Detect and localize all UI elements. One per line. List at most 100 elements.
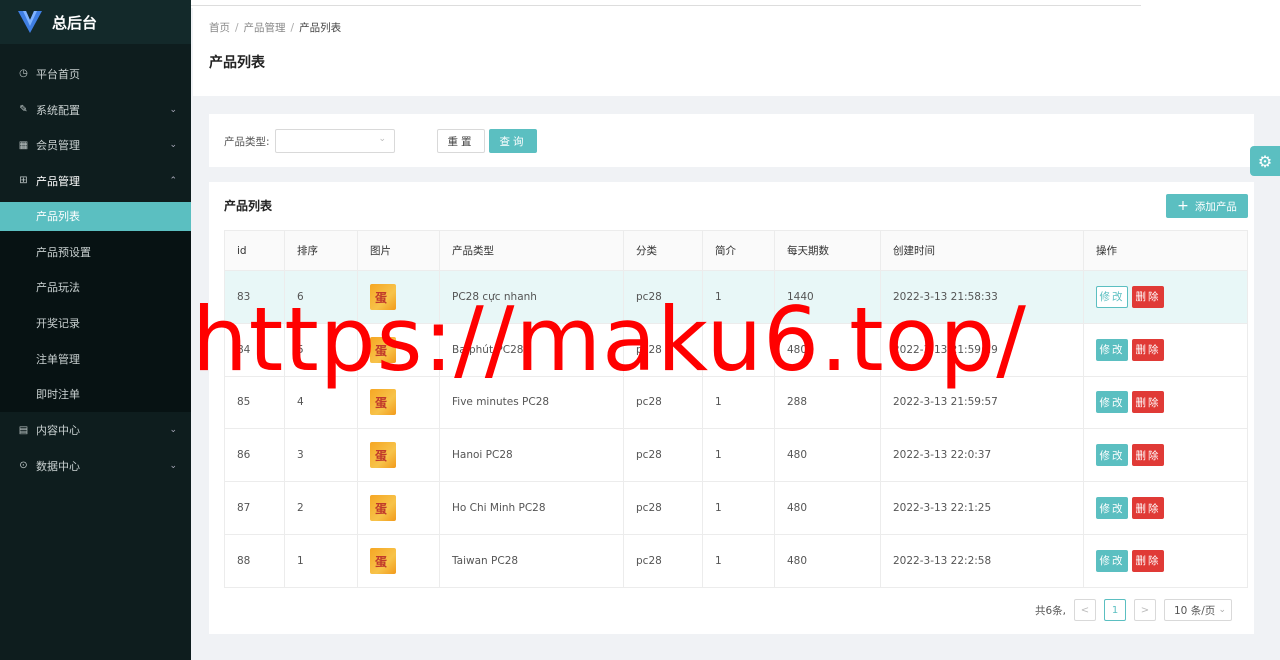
- sidebar-item-label: 产品管理: [36, 174, 80, 188]
- prev-page-button[interactable]: <: [1074, 599, 1096, 621]
- edit-button[interactable]: 修改: [1096, 391, 1128, 414]
- top-tab-strip: [191, 0, 1280, 8]
- next-page-button[interactable]: >: [1134, 599, 1156, 621]
- dashboard-icon: ◷: [19, 68, 28, 80]
- sidebar-item-products[interactable]: ⊞ 产品管理 ⌃: [0, 163, 191, 199]
- table-row[interactable]: 83 6 蛋 PC28 cực nhanh pc28 1 1440 2022-3-13 21:…: [224, 270, 1248, 324]
- sidebar-item-home[interactable]: ◷ 平台首页: [0, 56, 191, 92]
- cell-intro: 1: [702, 322, 775, 377]
- cell-image: 蛋: [357, 428, 440, 483]
- cell-image: 蛋: [357, 270, 440, 324]
- query-button[interactable]: 查询: [489, 129, 537, 153]
- plus-icon: +: [1177, 198, 1189, 214]
- sidebar-subitem-product-list[interactable]: 产品列表: [0, 201, 191, 231]
- delete-button[interactable]: 删除: [1132, 391, 1164, 414]
- sidebar-item-label: 内容中心: [36, 424, 80, 438]
- cell-type: PC28 cực nhanh: [439, 270, 624, 324]
- reset-button[interactable]: 重置: [437, 129, 485, 153]
- page-number-button[interactable]: 1: [1104, 599, 1126, 621]
- product-thumbnail: 蛋: [370, 442, 396, 469]
- delete-button[interactable]: 删除: [1132, 497, 1164, 520]
- sidebar-item-data[interactable]: ⊙ 数据中心 ⌄: [0, 448, 191, 484]
- cell-type: Hanoi PC28: [439, 428, 624, 483]
- edit-button[interactable]: 修改: [1096, 285, 1128, 308]
- sidebar-item-system-config[interactable]: ✎ 系统配置 ⌄: [0, 92, 191, 128]
- page-title: 产品列表: [209, 55, 265, 71]
- cell-daily: 480: [774, 533, 881, 588]
- cell-created: 2022-3-13 22:2:58: [880, 533, 1084, 588]
- column-header-intro: 简介: [702, 230, 775, 271]
- delete-button[interactable]: 删除: [1132, 549, 1164, 572]
- cell-actions: 修改 删除: [1083, 481, 1248, 535]
- thumbnail-text: 蛋: [375, 343, 388, 358]
- add-product-button[interactable]: + 添加产品: [1166, 194, 1248, 218]
- breadcrumb-separator: /: [290, 22, 295, 34]
- sidebar-item-label: 数据中心: [36, 459, 80, 473]
- column-header-image: 图片: [357, 230, 440, 271]
- table-row[interactable]: 87 2 蛋 Ho Chi Minh PC28 pc28 1 480 2022-3-13 22…: [224, 481, 1248, 535]
- cell-id: 85: [224, 375, 285, 430]
- cell-daily: 480: [774, 322, 881, 377]
- thumbnail-text: 蛋: [375, 449, 388, 464]
- sidebar: 总后台 ◷ 平台首页 ✎ 系统配置 ⌄ ▦ 会员管理 ⌄ ⊞ 产品管理 ⌃ 产品…: [0, 0, 191, 660]
- cell-created: 2022-3-13 21:59:57: [880, 375, 1084, 430]
- cell-created: 2022-3-13 21:58:33: [880, 270, 1084, 324]
- delete-button[interactable]: 删除: [1132, 285, 1164, 308]
- sidebar-subitem-product-preset[interactable]: 产品预设置: [0, 234, 191, 270]
- delete-button[interactable]: 删除: [1132, 338, 1164, 361]
- product-type-label: 产品类型:: [224, 136, 270, 148]
- sidebar-subitem-product-play[interactable]: 产品玩法: [0, 269, 191, 305]
- sidebar-subitem-draw-records[interactable]: 开奖记录: [0, 305, 191, 341]
- product-type-select[interactable]: ⌄: [275, 129, 395, 153]
- edit-button[interactable]: 修改: [1096, 549, 1128, 572]
- chevron-down-icon: ⌄: [169, 425, 177, 436]
- cell-type: Ba phút PC28: [439, 322, 624, 377]
- cell-intro: 1: [702, 428, 775, 483]
- page-size-value: 10 条/页: [1174, 604, 1216, 617]
- edit-button[interactable]: 修改: [1096, 497, 1128, 520]
- edit-button[interactable]: 修改: [1096, 444, 1128, 467]
- product-thumbnail: 蛋: [370, 336, 396, 363]
- cell-sort: 1: [284, 533, 358, 588]
- breadcrumb-products[interactable]: 产品管理: [244, 22, 286, 34]
- product-thumbnail: 蛋: [370, 495, 396, 522]
- chevron-down-icon: ⌄: [169, 460, 177, 471]
- sidebar-subitem-bet-management[interactable]: 注单管理: [0, 341, 191, 377]
- column-header-sort: 排序: [284, 230, 358, 271]
- cell-intro: 1: [702, 481, 775, 535]
- cell-image: 蛋: [357, 533, 440, 588]
- logo[interactable]: 总后台: [0, 0, 191, 44]
- cell-daily: 288: [774, 375, 881, 430]
- cell-sort: 3: [284, 428, 358, 483]
- chevron-down-icon: ⌄: [378, 134, 386, 144]
- products-submenu: 产品列表 产品预设置 产品玩法 开奖记录 注单管理 即时注单: [0, 201, 191, 413]
- table-row[interactable]: 86 3 蛋 Hanoi PC28 pc28 1 480 2022-3-13 22:0:37 修…: [224, 428, 1248, 483]
- sidebar-item-content[interactable]: ▤ 内容中心 ⌄: [0, 412, 191, 448]
- breadcrumb-separator: /: [235, 22, 239, 34]
- page-size-select[interactable]: 10 条/页 ⌄: [1164, 599, 1232, 621]
- table-row[interactable]: 88 1 蛋 Taiwan PC28 pc28 1 480 2022-3-13 22:2:58…: [224, 533, 1248, 588]
- edit-button[interactable]: 修改: [1096, 338, 1128, 361]
- cell-created: 2022-3-13 22:0:37: [880, 428, 1084, 483]
- breadcrumb-home[interactable]: 首页: [209, 22, 230, 34]
- cell-sort: 6: [284, 270, 358, 324]
- settings-gear-button[interactable]: ⚙: [1250, 146, 1280, 176]
- cell-actions: 修改 删除: [1083, 533, 1248, 588]
- sidebar-subitem-live-bets[interactable]: 即时注单: [0, 377, 191, 413]
- product-thumbnail: 蛋: [370, 389, 396, 416]
- cell-intro: 1: [702, 533, 775, 588]
- cell-daily: 1440: [774, 270, 881, 324]
- app-title: 总后台: [52, 13, 98, 32]
- main-content: 首页 / 产品管理 / 产品列表 产品列表 产品类型: ⌄ 重置 查询 产品列表 + 添…: [191, 0, 1280, 660]
- table-row[interactable]: 85 4 蛋 Five minutes PC28 pc28 1 288 2022-3-13 2…: [224, 375, 1248, 430]
- logo-v-icon: [18, 11, 42, 33]
- cell-id: 88: [224, 533, 285, 588]
- cell-created: 2022-3-13 22:1:25: [880, 481, 1084, 535]
- sidebar-menu: ◷ 平台首页 ✎ 系统配置 ⌄ ▦ 会员管理 ⌄ ⊞ 产品管理 ⌃ 产品列表 产…: [0, 56, 191, 484]
- grid-icon: ⊞: [19, 175, 28, 187]
- sidebar-item-members[interactable]: ▦ 会员管理 ⌄: [0, 127, 191, 163]
- list-title: 产品列表: [224, 199, 273, 213]
- gear-icon: ⚙: [1257, 151, 1273, 171]
- table-row[interactable]: 84 5 蛋 Ba phút PC28 pc28 1 480 2022-3-13 21:59:…: [224, 322, 1248, 377]
- delete-button[interactable]: 删除: [1132, 444, 1164, 467]
